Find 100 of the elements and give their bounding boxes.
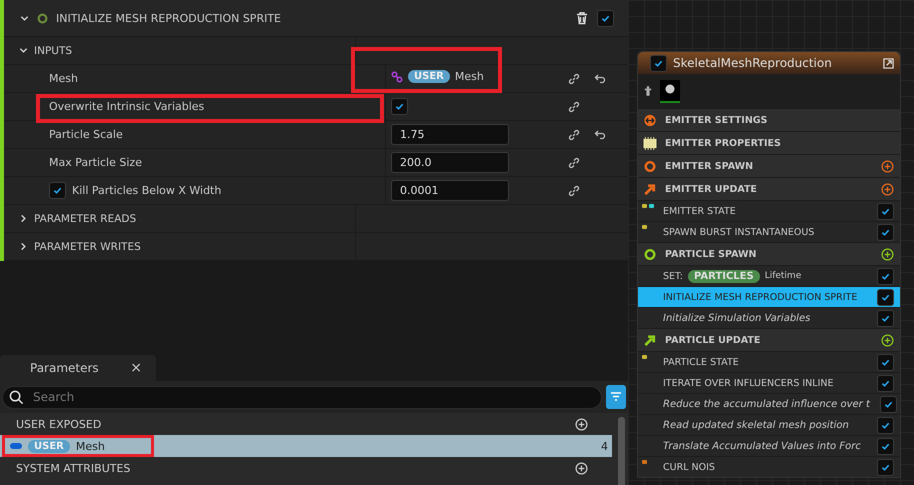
module-label: INITIALIZE MESH REPRODUCTION SPRITE [663,292,858,302]
checkbox[interactable] [877,224,894,240]
add-icon[interactable] [881,334,894,346]
checkbox[interactable] [877,310,894,326]
checkmark-icon [395,102,404,111]
section-title[interactable]: PARAMETER WRITES [34,240,141,252]
checkmark-icon [884,400,893,408]
emitter-node[interactable] [637,51,901,478]
group-header[interactable]: USER EXPOSED [16,418,102,430]
checkbox[interactable] [650,54,667,72]
stage-header[interactable]: EMITTER PROPERTIES [638,131,900,154]
attribute-name: Lifetime [764,271,802,281]
checkbox[interactable] [877,374,894,392]
add-icon[interactable] [575,462,588,474]
checkbox[interactable] [877,354,894,370]
node-title: SkeletalMeshReproduction [673,56,832,70]
input-label: Max Particle Size [49,156,142,169]
module-label: PARTICLE STATE [663,356,739,368]
chevron-down-icon[interactable] [20,14,29,22]
module-row[interactable]: Reduce the accumulated influence over t [638,393,900,414]
number-field[interactable]: 1.75 [391,124,509,145]
module-label: Reduce the accumulated influence over t [663,398,870,410]
checkbox[interactable] [49,182,66,199]
add-icon[interactable] [881,248,894,260]
module-row[interactable]: SET: PARTICLES Lifetime [638,265,900,286]
module-label: Initialize Simulation Variables [663,312,810,324]
tab-label: Parameters [30,361,99,375]
namespace-pill: USER [28,440,70,452]
chevron-down-icon[interactable] [19,46,28,55]
search-icon [9,390,24,404]
checkmark-icon [881,272,890,280]
open-external-icon[interactable] [883,58,894,68]
checkmark-icon [654,58,663,68]
checkmark-icon [881,378,890,388]
usage-count: 4 [601,440,608,452]
thumbnail[interactable] [660,80,680,102]
chevron-right-icon[interactable] [19,242,28,251]
checkbox[interactable] [877,458,894,476]
module-row[interactable]: Initialize Simulation Variables [638,307,900,328]
namespace-pill: PARTICLES [688,270,760,282]
parameter-item[interactable]: USER Mesh 4 [0,435,612,457]
link-icon[interactable] [568,156,580,168]
checkbox[interactable] [597,10,614,26]
checkmark-icon [881,420,890,430]
module-row[interactable]: Translate Accumulated Values into Forc [638,435,900,456]
checkmark-icon [601,14,610,22]
chevron-right-icon[interactable] [19,214,28,223]
checkbox[interactable] [877,438,894,454]
stage-header[interactable]: EMITTER SPAWN [638,154,900,177]
checkbox[interactable] [391,98,408,115]
module-row[interactable]: CURL NOIS [638,456,900,477]
module-row[interactable]: EMITTER STATE [638,200,900,221]
add-icon[interactable] [575,418,588,430]
reset-arrow-icon[interactable] [594,72,606,84]
stage-header[interactable]: PARTICLE UPDATE [638,328,900,351]
link-icon[interactable] [568,128,580,140]
value-text: Mesh [454,70,484,83]
checkbox[interactable] [877,288,894,306]
checkmark-icon [881,314,890,322]
module-row[interactable]: INITIALIZE MESH REPRODUCTION SPRITE [638,286,900,307]
module-label: ITERATE OVER INFLUENCERS INLINE [663,378,834,388]
trash-icon[interactable] [575,11,589,25]
filter-button[interactable] [606,385,626,409]
input-label: Particle Scale [49,128,123,141]
add-icon[interactable] [881,160,894,172]
module-row[interactable]: Read updated skeletal mesh position [638,414,900,435]
number-field[interactable]: 200.0 [391,152,509,173]
checkbox[interactable] [877,268,894,284]
link-icon[interactable] [568,100,580,112]
add-icon[interactable] [881,182,894,196]
module-row[interactable]: SPAWN BURST INSTANTANEOUS [638,221,900,242]
section-title[interactable]: INPUTS [34,44,72,56]
module-row[interactable]: PARTICLE STATE [638,351,900,372]
checkbox[interactable] [877,416,894,434]
checkbox[interactable] [880,396,897,412]
group-header[interactable]: SYSTEM ATTRIBUTES [16,462,130,474]
link-icon[interactable] [568,184,580,196]
stage-header[interactable]: EMITTER SETTINGS [638,108,900,131]
section-title[interactable]: PARAMETER READS [34,212,136,224]
figure-icon[interactable] [644,85,652,97]
checkmark-icon [881,228,890,236]
checkmark-icon [881,292,890,302]
number-field[interactable]: 0.0001 [391,180,509,201]
panel-tab[interactable]: Parameters × [0,355,156,381]
checkmark-icon [881,358,890,366]
stage-header[interactable]: PARTICLE SPAWN [638,242,900,265]
checkmark-icon [881,442,890,450]
reset-arrow-icon[interactable] [594,128,606,140]
close-icon[interactable]: × [130,360,142,376]
checkbox[interactable] [877,202,894,220]
input-label: Kill Particles Below X Width [72,184,222,197]
stage-header[interactable]: EMITTER UPDATE [638,177,900,200]
search-field[interactable]: Search [2,386,602,408]
module-row[interactable]: ITERATE OVER INFLUENCERS INLINE [638,372,900,393]
module-label: Read updated skeletal mesh position [663,420,849,430]
module-label: SPAWN BURST INSTANTANEOUS [663,226,814,238]
sphere-icon [664,82,676,94]
link-icon[interactable] [568,72,580,84]
module-label: Translate Accumulated Values into Forc [663,440,861,452]
input-label: Mesh [49,72,78,85]
